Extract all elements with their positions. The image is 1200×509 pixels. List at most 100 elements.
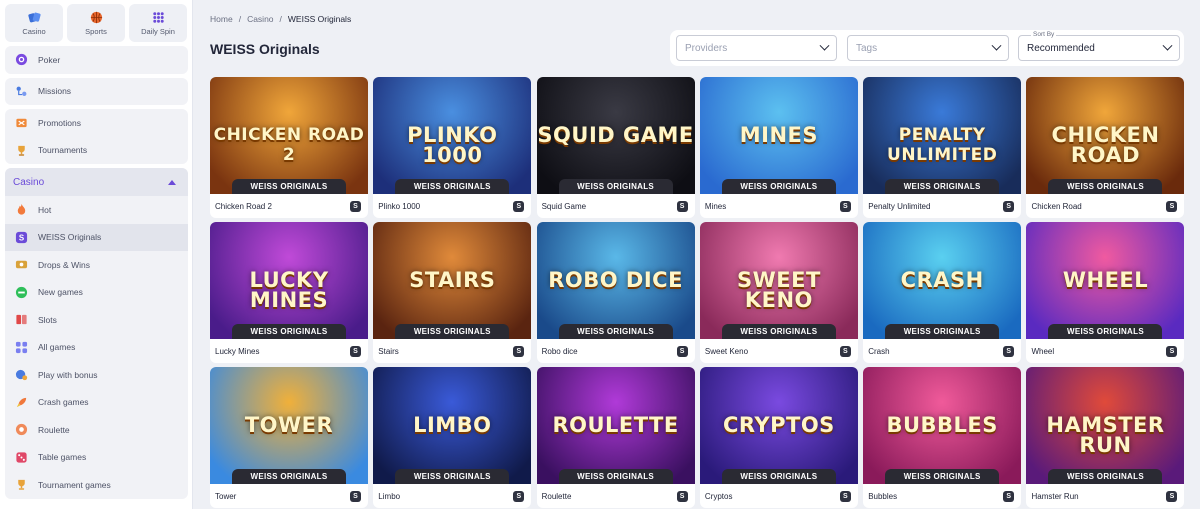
providers-dropdown[interactable]: Providers <box>676 35 837 61</box>
sidebar-item-new-games[interactable]: New games <box>5 279 188 307</box>
game-thumbnail[interactable]: TOWER WEISS ORIGINALS <box>210 367 368 484</box>
game-name[interactable]: Roulette <box>542 492 572 501</box>
game-card[interactable]: ROBO DICE WEISS ORIGINALS Robo dice S <box>536 222 695 363</box>
game-name[interactable]: Chicken Road 2 <box>215 202 272 211</box>
game-card[interactable]: CRASH WEISS ORIGINALS Crash S <box>863 222 1022 363</box>
game-name[interactable]: Robo dice <box>542 347 578 356</box>
game-card[interactable]: BUBBLES WEISS ORIGINALS Bubbles S <box>863 367 1022 508</box>
tile-daily-spin-label: Daily Spin <box>141 26 175 36</box>
badge-letter: S <box>679 202 685 210</box>
sidebar-item-slots[interactable]: Slots <box>5 306 188 334</box>
sidebar-item-tournaments[interactable]: Tournaments <box>5 137 188 165</box>
sidebar-item-table-games[interactable]: Table games <box>5 444 188 472</box>
sidebar-item-hot[interactable]: Hot <box>5 196 188 224</box>
game-thumbnail[interactable]: CRYPTOS WEISS ORIGINALS <box>699 367 858 484</box>
game-card[interactable]: SQUID GAME WEISS ORIGINALS Squid Game S <box>536 77 695 218</box>
sidebar-item-weiss-originals[interactable]: S WEISS Originals <box>5 223 188 251</box>
game-name[interactable]: Chicken Road <box>1031 202 1081 211</box>
sidebar-item-missions[interactable]: Missions <box>5 78 188 106</box>
game-logo-text: PENALTY UNLIMITED <box>887 125 998 165</box>
game-thumbnail[interactable]: SWEET KENO WEISS ORIGINALS <box>699 222 858 339</box>
weiss-s-icon: S <box>676 200 688 212</box>
game-thumbnail[interactable]: HAMSTER RUN WEISS ORIGINALS <box>1026 367 1185 484</box>
game-card[interactable]: CHICKEN ROAD WEISS ORIGINALS Chicken Road S <box>1026 77 1185 218</box>
tile-casino[interactable]: Casino <box>5 4 63 42</box>
breadcrumb: Home / Casino / WEISS Originals <box>210 14 351 24</box>
game-card[interactable]: STAIRS WEISS ORIGINALS Stairs S <box>373 222 532 363</box>
game-thumbnail[interactable]: ROBO DICE WEISS ORIGINALS <box>536 222 695 339</box>
tags-dropdown[interactable]: Tags <box>847 35 1009 61</box>
game-thumbnail[interactable]: ROULETTE WEISS ORIGINALS <box>536 367 695 484</box>
game-card[interactable]: TOWER WEISS ORIGINALS Tower S <box>210 367 368 508</box>
game-thumbnail[interactable]: LIMBO WEISS ORIGINALS <box>373 367 532 484</box>
game-name[interactable]: Cryptos <box>705 492 733 501</box>
game-name[interactable]: Hamster Run <box>1031 492 1078 501</box>
sidebar-top-tiles: Casino Sports Daily Spin <box>0 0 192 42</box>
sidebar-item-roulette[interactable]: Roulette <box>5 416 188 444</box>
game-name[interactable]: Bubbles <box>868 492 897 501</box>
game-name[interactable]: Tower <box>215 492 236 501</box>
game-name[interactable]: Mines <box>705 202 726 211</box>
game-name[interactable]: Wheel <box>1031 347 1054 356</box>
game-name[interactable]: Limbo <box>378 492 400 501</box>
ribbon-text: WEISS ORIGINALS <box>740 182 818 191</box>
breadcrumb-home[interactable]: Home <box>210 14 233 24</box>
game-name[interactable]: Sweet Keno <box>705 347 748 356</box>
game-thumbnail[interactable]: CHICKEN ROAD WEISS ORIGINALS <box>1026 77 1185 194</box>
game-name[interactable]: Penalty Unlimited <box>868 202 930 211</box>
game-card-footer: Bubbles S <box>863 484 1021 508</box>
game-card[interactable]: WHEEL WEISS ORIGINALS Wheel S <box>1026 222 1185 363</box>
badge-letter: S <box>843 492 848 500</box>
badge-letter: S <box>1169 492 1175 500</box>
game-card[interactable]: CHICKEN ROAD 2 WEISS ORIGINALS Chicken Roa… <box>210 77 368 218</box>
tile-daily-spin[interactable]: Daily Spin <box>129 4 187 42</box>
game-name[interactable]: Lucky Mines <box>215 347 259 356</box>
game-card-footer: Lucky Mines S <box>210 339 368 363</box>
game-card[interactable]: LUCKY MINES WEISS ORIGINALS Lucky Mines S <box>210 222 368 363</box>
game-thumbnail[interactable]: PLINKO 1000 WEISS ORIGINALS <box>373 77 532 194</box>
breadcrumb-casino[interactable]: Casino <box>247 14 273 24</box>
weiss-s-icon: S <box>513 490 525 502</box>
game-name[interactable]: Plinko 1000 <box>378 202 420 211</box>
weiss-originals-ribbon: WEISS ORIGINALS <box>232 179 346 194</box>
missions-block: Missions <box>5 77 188 106</box>
game-card[interactable]: MINES WEISS ORIGINALS Mines S <box>699 77 858 218</box>
game-card[interactable]: CRYPTOS WEISS ORIGINALS Cryptos S <box>699 367 858 508</box>
game-name[interactable]: Squid Game <box>542 202 586 211</box>
sidebar-item-tournament-games[interactable]: Tournament games <box>5 471 188 499</box>
sort-by-label: Sort By <box>1031 31 1057 38</box>
sort-value: Recommended <box>1027 42 1095 54</box>
game-thumbnail[interactable]: MINES WEISS ORIGINALS <box>699 77 858 194</box>
ribbon-text: WEISS ORIGINALS <box>903 472 981 481</box>
sidebar-item-drops-wins[interactable]: Drops & Wins <box>5 251 188 279</box>
game-card-footer: Tower S <box>210 484 368 508</box>
sidebar-item-crash-games[interactable]: Crash games <box>5 389 188 417</box>
game-card[interactable]: PLINKO 1000 WEISS ORIGINALS Plinko 1000 S <box>373 77 532 218</box>
game-card-footer: Hamster Run S <box>1026 484 1184 508</box>
game-card[interactable]: PENALTY UNLIMITED WEISS ORIGINALS Penalty … <box>863 77 1022 218</box>
tags-placeholder: Tags <box>856 42 878 54</box>
game-thumbnail[interactable]: BUBBLES WEISS ORIGINALS <box>863 367 1022 484</box>
game-name[interactable]: Stairs <box>378 347 398 356</box>
casino-section-toggle[interactable]: Casino <box>5 168 188 196</box>
game-thumbnail[interactable]: CRASH WEISS ORIGINALS <box>863 222 1022 339</box>
game-thumbnail[interactable]: LUCKY MINES WEISS ORIGINALS <box>210 222 368 339</box>
sidebar-item-play-with-bonus[interactable]: Play with bonus <box>5 361 188 389</box>
game-thumbnail[interactable]: STAIRS WEISS ORIGINALS <box>373 222 532 339</box>
game-card[interactable]: ROULETTE WEISS ORIGINALS Roulette S <box>536 367 695 508</box>
game-thumbnail[interactable]: PENALTY UNLIMITED WEISS ORIGINALS <box>863 77 1022 194</box>
game-card[interactable]: SWEET KENO WEISS ORIGINALS Sweet Keno S <box>699 222 858 363</box>
tile-sports[interactable]: Sports <box>67 4 125 42</box>
game-thumbnail[interactable]: CHICKEN ROAD 2 WEISS ORIGINALS <box>210 77 368 194</box>
weiss-s-icon: S <box>15 231 28 244</box>
game-name[interactable]: Crash <box>868 347 889 356</box>
game-thumbnail[interactable]: WHEEL WEISS ORIGINALS <box>1026 222 1185 339</box>
game-card[interactable]: HAMSTER RUN WEISS ORIGINALS Hamster Run S <box>1026 367 1185 508</box>
sidebar-item-promotions[interactable]: Promotions <box>5 109 188 137</box>
game-card-footer: Plinko 1000 S <box>373 194 531 218</box>
sidebar-item-all-games[interactable]: All games <box>5 334 188 362</box>
sidebar-item-poker[interactable]: Poker <box>5 46 188 74</box>
game-thumbnail[interactable]: SQUID GAME WEISS ORIGINALS <box>536 77 695 194</box>
sort-dropdown[interactable]: Sort By Recommended <box>1018 31 1180 61</box>
game-card[interactable]: LIMBO WEISS ORIGINALS Limbo S <box>373 367 532 508</box>
